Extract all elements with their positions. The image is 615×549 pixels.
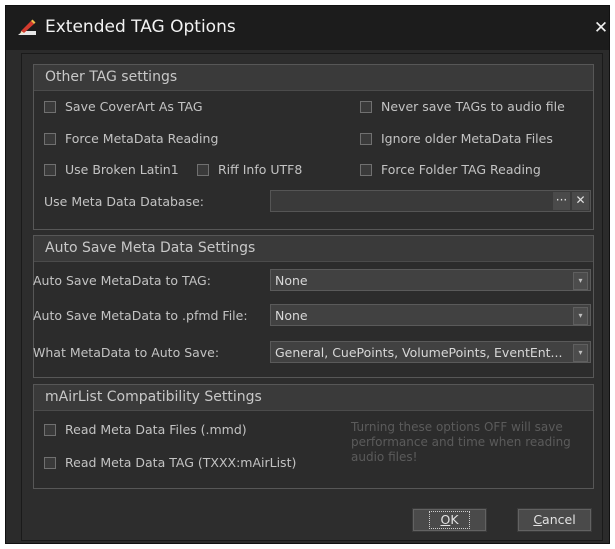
checkbox-box[interactable] [44, 423, 56, 436]
checkbox-box[interactable] [197, 163, 209, 176]
auto-save-tag-label: Auto Save MetaData to TAG: [33, 273, 211, 288]
checkbox-box[interactable] [360, 163, 372, 176]
tag-pencil-icon [18, 19, 36, 35]
force-folder-tag-reading-checkbox[interactable]: Force Folder TAG Reading [360, 162, 541, 177]
group-header: mAirList Compatibility Settings [34, 385, 593, 411]
select-value: None [275, 308, 308, 323]
checkbox-label: Riff Info UTF8 [218, 162, 303, 177]
auto-save-settings-group: Auto Save Meta Data Settings Auto Save M… [33, 235, 594, 378]
mairlist-settings-group: mAirList Compatibility Settings Read Met… [33, 384, 594, 489]
checkbox-box[interactable] [44, 100, 56, 113]
checkbox-box[interactable] [360, 100, 372, 113]
checkbox-label: Save CoverArt As TAG [65, 99, 203, 114]
checkbox-label: Force MetaData Reading [65, 131, 219, 146]
checkbox-label: Force Folder TAG Reading [381, 162, 541, 177]
what-metadata-label: What MetaData to Auto Save: [33, 345, 220, 360]
close-button[interactable]: ✕ [593, 18, 609, 38]
checkbox-label: Read Meta Data TAG (TXXX:mAirList) [65, 455, 297, 470]
browse-button[interactable]: ··· [553, 192, 570, 210]
clear-button[interactable]: ✕ [572, 192, 589, 210]
force-metadata-reading-checkbox[interactable]: Force MetaData Reading [44, 131, 218, 146]
select-value: General, CuePoints, VolumePoints, EventE… [275, 345, 563, 360]
riff-info-utf8-checkbox[interactable]: Riff Info UTF8 [197, 162, 302, 177]
checkbox-label: Read Meta Data Files (.mmd) [65, 422, 247, 437]
use-broken-latin1-checkbox[interactable]: Use Broken Latin1 [44, 162, 179, 177]
group-header: Other TAG settings [34, 65, 593, 91]
select-value: None [275, 273, 308, 288]
checkbox-box[interactable] [44, 132, 56, 145]
chevron-down-icon[interactable]: ▾ [573, 344, 588, 362]
chevron-down-icon[interactable]: ▾ [573, 307, 588, 325]
ok-button[interactable]: OK [412, 508, 487, 532]
read-mairlist-tag-checkbox[interactable]: Read Meta Data TAG (TXXX:mAirList) [44, 455, 296, 470]
auto-save-pfmd-select[interactable]: None ▾ [270, 304, 591, 326]
what-metadata-select[interactable]: General, CuePoints, VolumePoints, EventE… [270, 341, 591, 363]
title-bar: Extended TAG Options ✕ [6, 6, 609, 50]
window-title: Extended TAG Options [45, 17, 236, 37]
checkbox-box[interactable] [360, 132, 372, 145]
checkbox-label: Ignore older MetaData Files [381, 131, 553, 146]
never-save-tags-checkbox[interactable]: Never save TAGs to audio file [360, 99, 565, 114]
performance-note: Turning these options OFF will save perf… [351, 420, 571, 464]
ok-button-label: OK [429, 511, 470, 529]
ignore-older-metadata-checkbox[interactable]: Ignore older MetaData Files [360, 131, 553, 146]
checkbox-label: Never save TAGs to audio file [381, 99, 565, 114]
save-coverart-checkbox[interactable]: Save CoverArt As TAG [44, 99, 203, 114]
other-tag-settings-group: Other TAG settings Save CoverArt As TAG … [33, 64, 594, 230]
checkbox-box[interactable] [44, 163, 56, 176]
group-header: Auto Save Meta Data Settings [34, 236, 593, 262]
chevron-down-icon[interactable]: ▾ [573, 272, 588, 290]
meta-db-label: Use Meta Data Database: [44, 194, 205, 209]
auto-save-tag-select[interactable]: None ▾ [270, 269, 591, 291]
meta-db-input[interactable]: ··· ✕ [270, 190, 591, 212]
dialog-window: Extended TAG Options ✕ Other TAG setting… [6, 6, 609, 543]
cancel-button-label: Cancel [533, 512, 576, 527]
read-mmd-files-checkbox[interactable]: Read Meta Data Files (.mmd) [44, 422, 247, 437]
dialog-client: Other TAG settings Save CoverArt As TAG … [21, 53, 603, 541]
checkbox-box[interactable] [44, 456, 56, 469]
auto-save-pfmd-label: Auto Save MetaData to .pfmd File: [33, 308, 248, 323]
checkbox-label: Use Broken Latin1 [65, 162, 179, 177]
cancel-button[interactable]: Cancel [517, 508, 592, 532]
